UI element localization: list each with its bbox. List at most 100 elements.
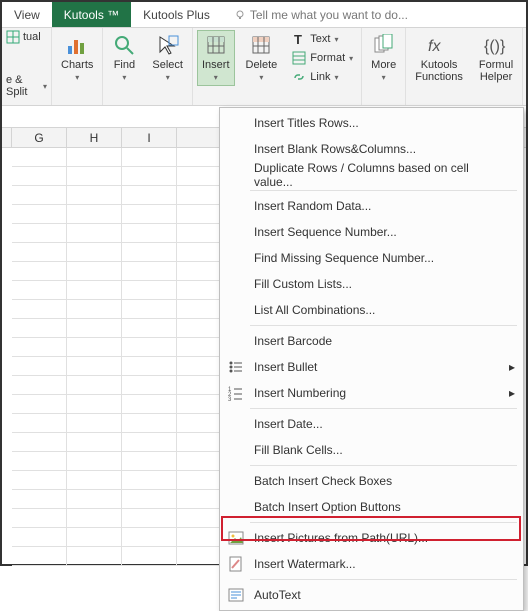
- cursor-icon: [156, 33, 180, 57]
- format-button[interactable]: Format▾: [288, 49, 357, 67]
- delete-button[interactable]: Delete▾: [241, 30, 283, 86]
- menu-insert-blank-rows-cols[interactable]: Insert Blank Rows&Columns...: [220, 136, 523, 162]
- magnifier-icon: [112, 33, 136, 57]
- menu-insert-numbering[interactable]: 123 Insert Numbering ▸: [220, 380, 523, 406]
- menu-insert-random-data[interactable]: Insert Random Data...: [220, 193, 523, 219]
- menu-label: Insert Sequence Number...: [254, 225, 397, 239]
- menu-duplicate-rows-cols[interactable]: Duplicate Rows / Columns based on cell v…: [220, 162, 523, 188]
- text-button[interactable]: T Text▾: [288, 30, 357, 48]
- menu-label: Fill Custom Lists...: [254, 277, 352, 291]
- insert-dropdown-menu: Insert Titles Rows... Insert Blank Rows&…: [219, 107, 524, 611]
- menu-insert-sequence-number[interactable]: Insert Sequence Number...: [220, 219, 523, 245]
- menu-label: Insert Bullet: [254, 360, 317, 374]
- tab-kutools-plus[interactable]: Kutools Plus: [131, 2, 222, 27]
- menu-find-missing-sequence[interactable]: Find Missing Sequence Number...: [220, 245, 523, 271]
- charts-button[interactable]: Charts▾: [56, 30, 98, 86]
- more-icon: [372, 33, 396, 57]
- select-button[interactable]: Select▾: [147, 30, 188, 86]
- menu-label: Find Missing Sequence Number...: [254, 251, 434, 265]
- find-label: Find: [114, 59, 135, 71]
- menu-autotext[interactable]: AutoText: [220, 582, 523, 608]
- menu-label: Fill Blank Cells...: [254, 443, 343, 457]
- tab-kutools[interactable]: Kutools ™: [52, 2, 131, 27]
- text-icon: T: [292, 32, 306, 46]
- menu-insert-pictures-from-path[interactable]: Insert Pictures from Path(URL)...: [220, 525, 523, 551]
- link-icon: [292, 70, 306, 84]
- col-header-h[interactable]: H: [67, 128, 122, 147]
- menu-fill-custom-lists[interactable]: Fill Custom Lists...: [220, 271, 523, 297]
- format-label: Format: [310, 52, 345, 64]
- menu-label: Batch Insert Option Buttons: [254, 500, 401, 514]
- menu-label: Insert Watermark...: [254, 557, 356, 571]
- chevron-right-icon: ▸: [509, 386, 515, 400]
- menu-batch-option-buttons[interactable]: Batch Insert Option Buttons: [220, 494, 523, 520]
- menu-separator: [250, 465, 517, 466]
- picture-icon: [226, 528, 246, 548]
- menu-label: Duplicate Rows / Columns based on cell v…: [254, 161, 503, 189]
- lightbulb-icon: [234, 9, 246, 21]
- formula-helper-button[interactable]: {()} Formul Helper: [474, 30, 518, 86]
- col-header-i[interactable]: I: [122, 128, 177, 147]
- svg-text:{()}: {()}: [484, 38, 506, 55]
- menu-label: Insert Date...: [254, 417, 323, 431]
- menu-separator: [250, 579, 517, 580]
- kutools-functions-label: Kutools Functions: [415, 59, 463, 83]
- bullet-list-icon: [226, 357, 246, 377]
- grid-icon: [6, 30, 20, 44]
- text-label: Text: [310, 33, 330, 45]
- delete-icon: [249, 33, 273, 57]
- insert-button[interactable]: Insert▾: [197, 30, 235, 86]
- menu-label: Insert Titles Rows...: [254, 116, 359, 130]
- chart-icon: [65, 33, 89, 57]
- charts-label: Charts: [61, 59, 93, 71]
- svg-text:T: T: [294, 32, 302, 46]
- svg-text:fx: fx: [428, 38, 441, 55]
- link-button[interactable]: Link▾: [288, 68, 357, 86]
- autotext-icon: [226, 585, 246, 605]
- delete-label: Delete: [246, 59, 278, 71]
- menu-separator: [250, 522, 517, 523]
- menu-label: Insert Pictures from Path(URL)...: [254, 531, 428, 545]
- menu-insert-titles-rows[interactable]: Insert Titles Rows...: [220, 110, 523, 136]
- menu-label: Insert Barcode: [254, 334, 332, 348]
- col-header-g[interactable]: G: [12, 128, 67, 147]
- format-icon: [292, 51, 306, 65]
- tual-label: tual: [23, 31, 41, 43]
- find-button[interactable]: Find▾: [107, 30, 141, 86]
- menu-label: List All Combinations...: [254, 303, 375, 317]
- menu-label: AutoText: [254, 588, 301, 602]
- menu-insert-date[interactable]: Insert Date...: [220, 411, 523, 437]
- braces-icon: {()}: [484, 33, 508, 57]
- more-label: More: [371, 59, 396, 71]
- more-button[interactable]: More▾: [366, 30, 401, 86]
- tell-me-search[interactable]: Tell me what you want to do...: [222, 2, 420, 27]
- menu-insert-barcode[interactable]: Insert Barcode: [220, 328, 523, 354]
- chevron-right-icon: ▸: [509, 360, 515, 374]
- insert-label: Insert: [202, 59, 230, 71]
- menu-label: Batch Insert Check Boxes: [254, 474, 392, 488]
- select-label: Select: [152, 59, 183, 71]
- menu-label: Insert Numbering: [254, 386, 346, 400]
- menu-separator: [250, 325, 517, 326]
- menu-list-all-combinations[interactable]: List All Combinations...: [220, 297, 523, 323]
- menu-insert-watermark[interactable]: Insert Watermark...: [220, 551, 523, 577]
- ribbon: tual e & Split▾ Charts▾ Find▾: [2, 28, 526, 106]
- menu-label: Insert Random Data...: [254, 199, 371, 213]
- menu-fill-blank-cells[interactable]: Fill Blank Cells...: [220, 437, 523, 463]
- ribbon-tabs: View Kutools ™ Kutools Plus Tell me what…: [2, 2, 526, 28]
- insert-icon: [204, 33, 228, 57]
- tell-me-label: Tell me what you want to do...: [250, 8, 408, 22]
- e-split-label[interactable]: e & Split: [6, 74, 40, 98]
- watermark-icon: [226, 554, 246, 574]
- svg-text:3: 3: [228, 397, 232, 401]
- menu-insert-bullet[interactable]: Insert Bullet ▸: [220, 354, 523, 380]
- tab-view[interactable]: View: [2, 2, 52, 27]
- link-label: Link: [310, 71, 330, 83]
- menu-batch-check-boxes[interactable]: Batch Insert Check Boxes: [220, 468, 523, 494]
- menu-separator: [250, 408, 517, 409]
- menu-separator: [250, 190, 517, 191]
- kutools-functions-button[interactable]: fx Kutools Functions: [410, 30, 468, 86]
- menu-label: Insert Blank Rows&Columns...: [254, 142, 416, 156]
- fx-icon: fx: [427, 33, 451, 57]
- numbered-list-icon: 123: [226, 383, 246, 403]
